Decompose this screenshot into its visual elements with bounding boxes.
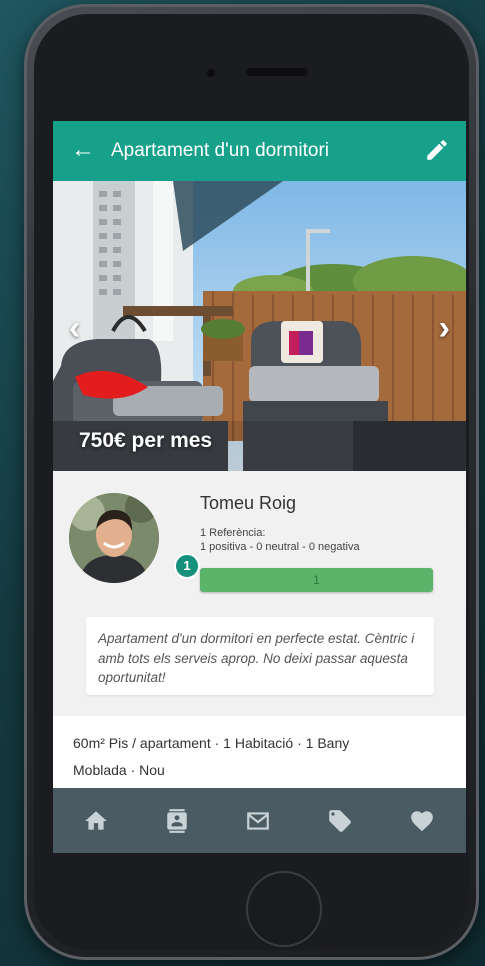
app-bar: ← Apartament d'un dormitori bbox=[53, 121, 466, 181]
home-icon[interactable] bbox=[83, 808, 111, 834]
listing-price: 750€ per mes bbox=[79, 429, 213, 452]
home-button[interactable] bbox=[246, 871, 322, 947]
features-line-2: Moblada · Nou bbox=[73, 762, 165, 778]
owner-section: 1 Tomeu Roig 1 Referència: 1 positiva - … bbox=[53, 471, 466, 716]
references-label: 1 Referència: bbox=[200, 527, 266, 539]
positive-rating-bar: 1 bbox=[200, 568, 433, 592]
back-arrow-icon[interactable]: ← bbox=[71, 135, 95, 165]
features-section: 60m² Pis / apartament · 1 Habitació · 1 … bbox=[53, 716, 466, 788]
listing-photo[interactable]: ‹ › 750€ per mes bbox=[53, 181, 466, 471]
references-detail: 1 positiva - 0 neutral - 0 negativa bbox=[200, 541, 360, 553]
mail-icon[interactable] bbox=[245, 808, 273, 834]
heart-icon[interactable] bbox=[409, 808, 437, 834]
owner-name[interactable]: Tomeu Roig bbox=[200, 493, 296, 514]
terrace-photo-image bbox=[53, 181, 466, 471]
page-title: Apartament d'un dormitori bbox=[111, 140, 330, 161]
description-text: Apartament d'un dormitori en perfecte es… bbox=[98, 631, 415, 685]
front-camera bbox=[206, 68, 216, 78]
contacts-icon[interactable] bbox=[164, 808, 192, 834]
owner-avatar[interactable] bbox=[69, 493, 159, 583]
app-screen: ← Apartament d'un dormitori ‹ › 750€ per… bbox=[53, 121, 466, 853]
earpiece-speaker bbox=[246, 68, 308, 76]
chevron-right-icon[interactable]: › bbox=[439, 311, 450, 345]
description-card: Apartament d'un dormitori en perfecte es… bbox=[86, 617, 434, 695]
tag-icon[interactable] bbox=[327, 808, 355, 834]
chevron-left-icon[interactable]: ‹ bbox=[69, 311, 80, 345]
features-line-1: 60m² Pis / apartament · 1 Habitació · 1 … bbox=[73, 735, 350, 751]
references-count-badge: 1 bbox=[174, 553, 200, 579]
edit-pencil-icon[interactable] bbox=[424, 137, 450, 163]
bottom-navigation bbox=[53, 788, 466, 853]
